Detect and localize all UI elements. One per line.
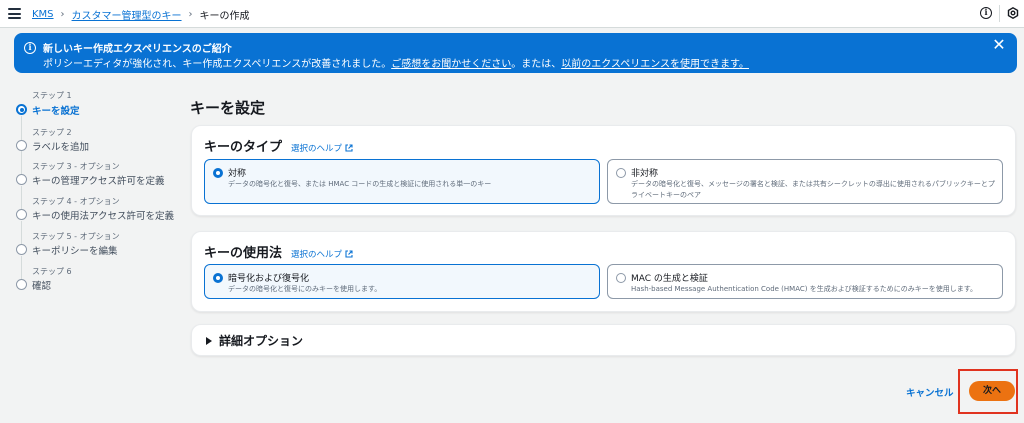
help-link[interactable]: 選択のヘルプ xyxy=(291,248,353,260)
step-connector xyxy=(21,116,22,140)
key-type-symmetric-option[interactable]: 対称 データの暗号化と復号、または HMAC コードの生成と検証に使用される単一… xyxy=(204,159,600,204)
cancel-button[interactable]: キャンセル xyxy=(906,385,954,399)
settings-icon[interactable] xyxy=(1007,7,1019,19)
step-number: ステップ 5 - オプション xyxy=(32,232,120,241)
breadcrumb-kms[interactable]: KMS xyxy=(32,9,54,20)
help-link-label: 選択のヘルプ xyxy=(291,144,343,154)
option-description: データの暗号化と復号、または HMAC コードの生成と検証に使用される単一のキー xyxy=(228,180,492,188)
option-label: 暗号化および復号化 xyxy=(228,274,310,284)
option-description: データの暗号化と復号にのみキーを使用します。 xyxy=(228,285,382,293)
flash-body-text: 。または、 xyxy=(511,59,562,70)
breadcrumb: KMS › カスタマー管理型のキー › キーの作成 xyxy=(32,7,250,22)
radio-selected[interactable] xyxy=(213,168,223,178)
key-type-asymmetric-option[interactable]: 非対称 データの暗号化と復号、メッセージの署名と検証、または共有シークレットの導… xyxy=(607,159,1003,204)
close-icon[interactable]: ✕ xyxy=(992,37,1006,53)
info-icon: i xyxy=(24,42,36,54)
step-indicator xyxy=(16,209,27,220)
panel-title: キーのタイプ xyxy=(204,140,283,155)
help-link[interactable]: 選択のヘルプ xyxy=(291,142,353,154)
step-indicator xyxy=(16,174,27,185)
radio-unselected[interactable] xyxy=(616,273,626,283)
external-link-icon xyxy=(345,250,353,258)
panel-header: キーのタイプ 選択のヘルプ xyxy=(204,136,353,155)
option-label: 非対称 xyxy=(631,169,659,179)
step-connector xyxy=(21,221,22,245)
flash-body: ポリシーエディタが強化され、キー作成エクスペリエンスが改善されました。ご感想をお… xyxy=(43,55,749,70)
step-indicator-active xyxy=(16,104,27,115)
key-type-panel: キーのタイプ 選択のヘルプ 対称 データの暗号化と復号、または HMAC コード… xyxy=(191,125,1016,216)
step-label: キーポリシーを編集 xyxy=(32,246,118,257)
step-number: ステップ 6 xyxy=(32,267,72,276)
radio-selected[interactable] xyxy=(213,273,223,283)
feedback-link[interactable]: ご感想をお聞かせください xyxy=(391,59,511,70)
radio-unselected[interactable] xyxy=(616,168,626,178)
step-label: キーの管理アクセス許可を定義 xyxy=(32,176,165,187)
divider xyxy=(999,5,1000,22)
info-icon[interactable]: i xyxy=(980,7,992,19)
key-usage-panel: キーの使用法 選択のヘルプ 暗号化および復号化 データの暗号化と復号にのみキーを… xyxy=(191,231,1016,312)
key-usage-encrypt-decrypt-option[interactable]: 暗号化および復号化 データの暗号化と復号にのみキーを使用します。 xyxy=(204,264,600,299)
caret-right-icon xyxy=(206,337,212,345)
step-connector xyxy=(21,186,22,210)
option-label: 対称 xyxy=(228,169,247,179)
step-indicator xyxy=(16,140,27,151)
advanced-options-title: 詳細オプション xyxy=(219,334,304,348)
step-number: ステップ 2 xyxy=(32,128,72,137)
step-connector xyxy=(21,151,22,175)
info-flash-banner: i 新しいキー作成エクスペリエンスのご紹介 ポリシーエディタが強化され、キー作成… xyxy=(14,33,1017,73)
flash-body-text: ポリシーエディタが強化され、キー作成エクスペリエンスが改善されました。 xyxy=(43,59,392,70)
panel-header: キーの使用法 選択のヘルプ xyxy=(204,242,353,261)
step-number: ステップ 1 xyxy=(32,91,72,100)
option-description: データの暗号化と復号、メッセージの署名と検証、または共有シークレットの導出に使用… xyxy=(631,180,995,199)
previous-experience-link[interactable]: 以前のエクスペリエンスを使用できます。 xyxy=(561,59,749,70)
chevron-right-icon: › xyxy=(188,9,193,20)
top-navigation-bar: KMS › カスタマー管理型のキー › キーの作成 i xyxy=(0,0,1024,28)
next-button[interactable]: 次へ xyxy=(969,381,1015,401)
option-description: Hash-based Message Authentication Code (… xyxy=(631,285,978,293)
step-connector xyxy=(21,256,22,280)
hamburger-icon[interactable] xyxy=(8,8,21,19)
step-indicator xyxy=(16,244,27,255)
chevron-right-icon: › xyxy=(60,9,65,20)
step-label: 確認 xyxy=(32,281,52,292)
step-number: ステップ 3 - オプション xyxy=(32,162,120,171)
step-number: ステップ 4 - オプション xyxy=(32,197,120,206)
key-usage-mac-option[interactable]: MAC の生成と検証 Hash-based Message Authentica… xyxy=(607,264,1003,299)
breadcrumb-current: キーの作成 xyxy=(199,11,250,22)
option-label: MAC の生成と検証 xyxy=(631,274,708,284)
step-indicator xyxy=(16,279,27,290)
flash-title: 新しいキー作成エクスペリエンスのご紹介 xyxy=(43,44,232,55)
step-label: キーの使用法アクセス許可を定義 xyxy=(32,211,175,222)
page-title: キーを設定 xyxy=(190,99,266,117)
panel-title: キーの使用法 xyxy=(204,246,283,261)
breadcrumb-customer-managed-keys[interactable]: カスタマー管理型のキー xyxy=(72,7,182,22)
advanced-options-expander[interactable]: 詳細オプション xyxy=(191,324,1016,356)
help-link-label: 選択のヘルプ xyxy=(291,250,343,260)
external-link-icon xyxy=(345,144,353,152)
step-label: キーを設定 xyxy=(32,106,80,117)
step-label: ラベルを追加 xyxy=(32,142,90,153)
